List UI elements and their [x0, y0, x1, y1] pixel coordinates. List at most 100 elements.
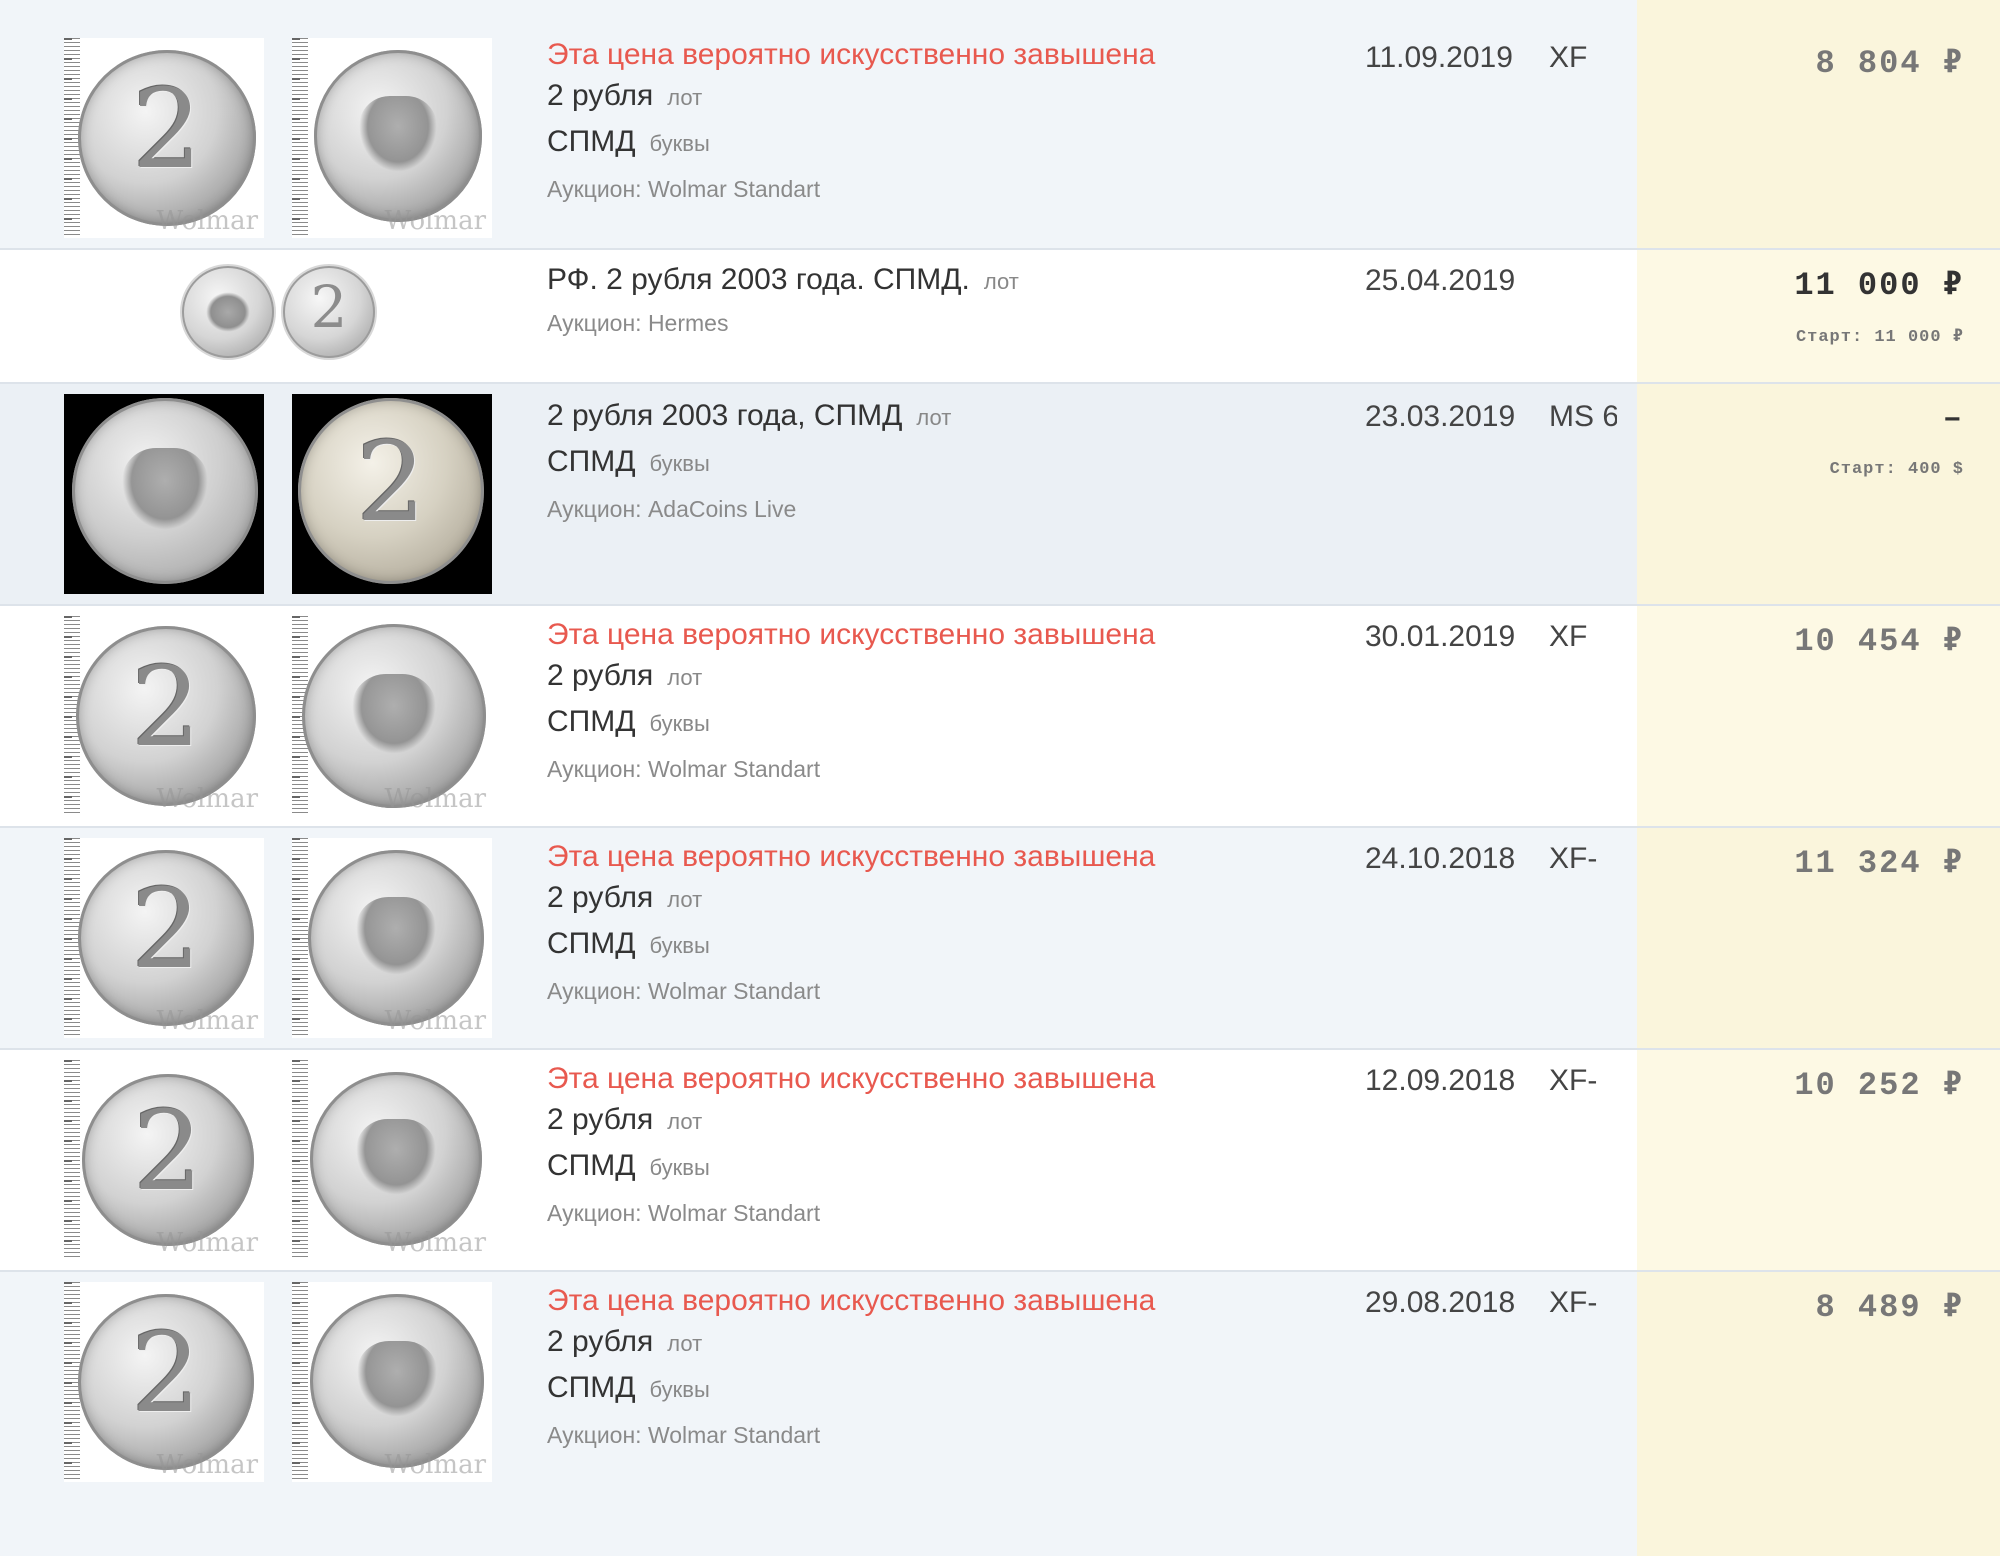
coin-denomination: 2	[132, 65, 202, 193]
watermark: Wolmar	[156, 1006, 258, 1036]
lot-tag: лот	[667, 85, 703, 110]
sale-price: 10 454 ₽	[1794, 623, 1964, 660]
coin-obverse-image[interactable]: Wolmar	[292, 838, 492, 1038]
sale-price: 11 324 ₽	[1794, 845, 1964, 882]
sale-price: 8 804 ₽	[1815, 45, 1964, 82]
sale-date: 29.08.2018	[1365, 1286, 1516, 1319]
coin-reverse-image[interactable]: 2 Wolmar	[64, 38, 264, 238]
coin-reverse-image[interactable]: 2 Wolmar	[64, 616, 264, 816]
sale-price: 11 000 ₽	[1794, 267, 1964, 304]
coin-denomination: 2	[131, 643, 201, 771]
coin-reverse: 2	[78, 850, 254, 1026]
auction-name: Аукцион: Wolmar Standart	[547, 1200, 821, 1226]
lot-row[interactable]: 2 Wolmar Wolmar Эта цена вероятно искусс…	[0, 1050, 2000, 1272]
coin-reverse-image[interactable]: 2	[283, 266, 375, 358]
eagle-emblem-icon	[355, 897, 437, 975]
lot-tag: лот	[983, 269, 1019, 294]
price-warning: Эта цена вероятно искусственно завышена	[547, 1062, 1156, 1095]
coin-obverse-image[interactable]	[182, 266, 274, 358]
mint-tag: буквы	[649, 711, 710, 736]
lot-title[interactable]: 2 рубля	[547, 881, 653, 914]
coin-grade: XF-	[1549, 1064, 1598, 1097]
scale-ruler	[292, 38, 308, 238]
lot-row[interactable]: 2 2 рубля 2003 года, СПМД лот СПМД буквы А…	[0, 384, 2000, 606]
lot-tag: лот	[667, 1331, 703, 1356]
eagle-emblem-icon	[356, 1340, 438, 1418]
mint-mark: СПМД	[547, 1371, 636, 1404]
lot-row[interactable]: 2 Wolmar Wolmar Эта цена вероятно искусс…	[0, 828, 2000, 1050]
lot-title[interactable]: 2 рубля	[547, 1103, 653, 1136]
coin-reverse-image[interactable]: 2 Wolmar	[64, 1060, 264, 1260]
sale-price: 10 252 ₽	[1794, 1067, 1964, 1104]
lot-info: Эта цена вероятно искусственно завышена …	[547, 1062, 1155, 1228]
price-warning: Эта цена вероятно искусственно завышена	[547, 1284, 1156, 1317]
mint-tag: буквы	[649, 933, 710, 958]
coin-reverse: 2	[78, 1294, 254, 1470]
lot-title[interactable]: 2 рубля	[547, 79, 653, 112]
coin-denomination: 2	[131, 865, 201, 993]
coin-obverse-image[interactable]: Wolmar	[292, 1282, 492, 1482]
coin-reverse-image[interactable]: 2	[292, 394, 492, 594]
scale-ruler	[64, 1060, 80, 1260]
watermark: Wolmar	[384, 1228, 486, 1258]
mint-mark: СПМД	[547, 445, 636, 478]
sale-date: 24.10.2018	[1365, 842, 1516, 875]
watermark: Wolmar	[384, 784, 486, 814]
sale-date: 12.09.2018	[1365, 1064, 1516, 1097]
start-price: Старт: 11 000 ₽	[1795, 328, 1964, 347]
coin-reverse-image[interactable]: 2 Wolmar	[64, 838, 264, 1038]
price-column	[1637, 0, 2000, 248]
watermark: Wolmar	[384, 206, 486, 236]
coin-denomination: 2	[356, 418, 426, 546]
auction-name: Аукцион: Hermes	[547, 310, 729, 336]
lot-tag: лот	[916, 405, 952, 430]
lot-row[interactable]: 2 Wolmar Wolmar Эта цена вероятно искусс…	[0, 606, 2000, 828]
lot-info: РФ. 2 рубля 2003 года. СПМД. лот Аукцион:…	[547, 262, 1019, 338]
coin-obverse-image[interactable]	[64, 394, 264, 594]
auction-results-list: 2 Wolmar Wolmar Эта цена вероятно искусс…	[0, 0, 2000, 1556]
lot-info: Эта цена вероятно искусственно завышена …	[547, 38, 1155, 204]
lot-info: Эта цена вероятно искусственно завышена …	[547, 840, 1155, 1006]
eagle-emblem-icon	[359, 96, 437, 172]
lot-title[interactable]: 2 рубля	[547, 659, 653, 692]
lot-info: 2 рубля 2003 года, СПМД лот СПМД буквы Аук…	[547, 398, 951, 524]
lot-row[interactable]: 2 Wolmar Wolmar Эта цена вероятно искусс…	[0, 0, 2000, 250]
coin-obverse-image[interactable]: Wolmar	[292, 616, 492, 816]
watermark: Wolmar	[156, 1450, 258, 1480]
lot-row[interactable]: 2 Wolmar Wolmar Эта цена вероятно искусс…	[0, 1272, 2000, 1556]
watermark: Wolmar	[384, 1006, 486, 1036]
auction-name: Аукцион: Wolmar Standart	[547, 176, 821, 202]
watermark: Wolmar	[156, 1228, 258, 1258]
price-warning: Эта цена вероятно искусственно завышена	[547, 618, 1156, 651]
coin-reverse: 2	[76, 626, 256, 806]
coin-obverse-image[interactable]: Wolmar	[292, 38, 492, 238]
eagle-emblem-icon	[356, 1118, 436, 1196]
sale-date: 30.01.2019	[1365, 620, 1516, 653]
lot-title[interactable]: РФ. 2 рубля 2003 года. СПМД.	[547, 263, 970, 296]
lot-row[interactable]: 2 РФ. 2 рубля 2003 года. СПМД. лот Аукцио…	[0, 250, 2000, 384]
lot-info: Эта цена вероятно искусственно завышена …	[547, 1284, 1155, 1450]
coin-obverse-image[interactable]: Wolmar	[292, 1060, 492, 1260]
lot-title[interactable]: 2 рубля 2003 года, СПМД	[547, 399, 902, 432]
mint-tag: буквы	[649, 1377, 710, 1402]
start-price: Старт: 400 $	[1829, 460, 1964, 479]
coin-grade: MS 6	[1549, 400, 1617, 433]
lot-tag: лот	[667, 665, 703, 690]
coin-grade: XF-	[1549, 1286, 1598, 1319]
scale-ruler	[292, 1060, 308, 1260]
watermark: Wolmar	[156, 784, 258, 814]
watermark: Wolmar	[384, 1450, 486, 1480]
price-warning: Эта цена вероятно искусственно завышена	[547, 840, 1156, 873]
mint-mark: СПМД	[547, 125, 636, 158]
auction-name: Аукцион: AdaCoins Live	[547, 496, 797, 522]
lot-title[interactable]: 2 рубля	[547, 1325, 653, 1358]
sale-date: 11.09.2019	[1365, 41, 1513, 74]
auction-name: Аукцион: Wolmar Standart	[547, 978, 821, 1004]
scale-ruler	[292, 1282, 308, 1482]
coin-denomination: 2	[310, 273, 348, 341]
lot-tag: лот	[667, 1109, 703, 1134]
sale-price: 8 489 ₽	[1815, 1289, 1964, 1326]
mint-mark: СПМД	[547, 705, 636, 738]
coin-grade: XF	[1549, 620, 1588, 653]
coin-reverse-image[interactable]: 2 Wolmar	[64, 1282, 264, 1482]
